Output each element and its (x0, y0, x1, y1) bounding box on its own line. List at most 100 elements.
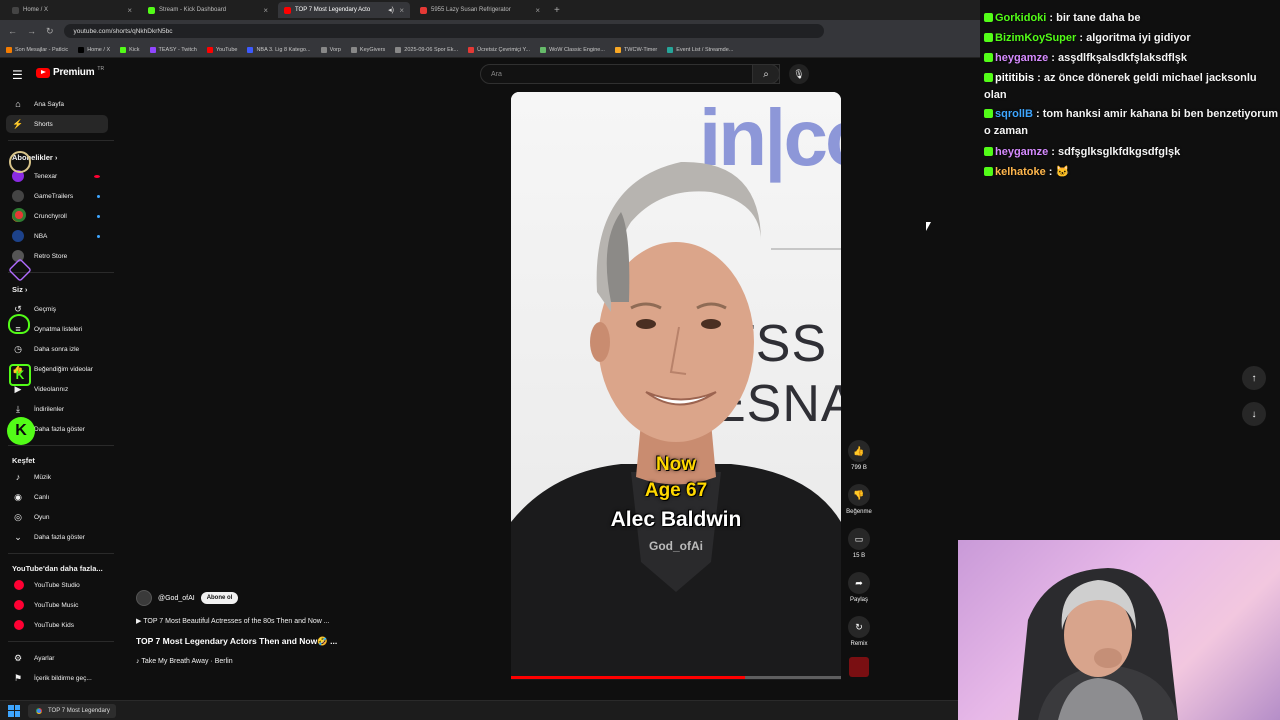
audio-thumbnail[interactable] (849, 657, 869, 677)
music-link[interactable]: ♪ Take My Breath Away · Berlin (136, 658, 233, 665)
dislike-action[interactable]: 👎 Beğenme (840, 484, 878, 515)
avatar[interactable] (136, 590, 152, 606)
taskbar-app-chrome[interactable]: TOP 7 Most Legendary (28, 703, 116, 718)
bookmark-label: NBA 3. Lig 8 Katego... (256, 46, 311, 53)
sidebar-item-report-history[interactable]: ⚑ İçerik bildirme geç... (6, 669, 108, 687)
bookmark-item[interactable]: 2025-09-06 Spor Ek... (395, 46, 459, 53)
sidebar-item-channel[interactable]: GameTrailers (6, 187, 108, 205)
bookmark-item[interactable]: Son Mesajlar - Patlcic (6, 46, 68, 53)
subscribe-button[interactable]: Abone ol (200, 592, 239, 604)
sidebar-item-live[interactable]: ◉ Canlı (6, 488, 108, 506)
progress-fill (511, 676, 746, 679)
short-title[interactable]: TOP 7 Most Legendary Actors Then and Now… (136, 636, 337, 647)
close-icon[interactable]: × (263, 6, 268, 15)
channel-handle[interactable]: @God_ofAI (158, 595, 195, 602)
bookmark-item[interactable]: Kick (120, 46, 140, 53)
speaker-icon[interactable]: ◂) (388, 6, 394, 14)
sidebar-item-studio[interactable]: YouTube Studio (6, 576, 108, 594)
bookmark-item[interactable]: Ücretsiz Çevrimiçi Y... (468, 46, 530, 53)
bookmark-item[interactable]: TWCW-Timer (614, 46, 657, 53)
chat-message: Gorkidoki : bir tane daha be (984, 10, 1280, 27)
comments-action[interactable]: ▭ 15 B (840, 528, 878, 559)
chevron-right-icon: › (54, 155, 58, 162)
chat-username[interactable]: pititibis (995, 72, 1034, 84)
gear-icon: ⚙ (13, 652, 23, 663)
chat-username[interactable]: kelhatoke (995, 166, 1046, 178)
search-input[interactable]: Ara (480, 64, 780, 84)
chat-message: heygamze : sdfşglksglkfdkgsdfglşk (984, 144, 1280, 161)
menu-icon[interactable]: ☰ (12, 68, 23, 82)
sidebar-item-home[interactable]: ⌂ Ana Sayfa (6, 95, 108, 113)
new-tab-icon[interactable]: + (554, 5, 560, 16)
short-video-player[interactable]: in|co TSS ESNA Now Age 67 Alec Baldwin G… (511, 92, 841, 680)
comment-icon[interactable]: ▭ (848, 528, 870, 550)
sidebar-item-label: Daha fazla göster (34, 533, 85, 541)
url-field[interactable]: youtube.com/shorts/qNkhDkrN5bc (63, 24, 824, 38)
bookmark-item[interactable]: NBA 3. Lig 8 Katego... (247, 46, 311, 53)
bookmark-item[interactable]: WoW Classic Engine... (540, 46, 605, 53)
next-short-button[interactable]: ↓ (1242, 402, 1266, 426)
chat-username[interactable]: heygamze (995, 52, 1048, 64)
chat-username[interactable]: sqrollB (995, 108, 1033, 120)
close-icon[interactable]: × (399, 6, 404, 15)
remix-icon[interactable]: ↻ (848, 616, 870, 638)
forward-icon[interactable]: → (27, 26, 36, 36)
history-icon: ↺ (14, 303, 22, 314)
share-action[interactable]: ➦ Paylaş (840, 572, 878, 603)
bookmark-favicon-icon (395, 46, 402, 53)
arrow-down-icon: ↓ (1251, 408, 1257, 420)
thumbs-down-icon[interactable]: 👎 (848, 484, 870, 506)
previous-short-button[interactable]: ↑ (1242, 366, 1266, 390)
sidebar-item-kids[interactable]: YouTube Kids (6, 616, 108, 634)
back-icon[interactable]: ← (8, 26, 17, 36)
browser-tab-active[interactable]: TOP 7 Most Legendary Acto ◂) × (278, 2, 410, 18)
browser-tab[interactable]: Stream - Kick Dashboard × (142, 2, 274, 18)
home-icon: ⌂ (15, 99, 21, 109)
share-icon[interactable]: ➦ (848, 572, 870, 594)
bookmark-label: 2025-09-06 Spor Ek... (404, 46, 459, 53)
sidebar-item-label: Shorts (34, 120, 53, 128)
bookmark-item[interactable]: YouTube (206, 46, 237, 53)
bookmark-favicon-icon (614, 46, 621, 53)
bookmark-item[interactable]: Home / X (78, 46, 110, 53)
close-icon[interactable]: × (127, 6, 132, 15)
thumbs-up-icon[interactable]: 👍 (848, 440, 870, 462)
reload-icon[interactable]: ↻ (46, 26, 54, 37)
browser-tab[interactable]: Home / X × (6, 2, 138, 18)
bookmark-item[interactable]: Vorp (320, 46, 341, 53)
chat-username[interactable]: heygamze (995, 146, 1048, 158)
search-icon[interactable]: ⌕ (752, 64, 780, 84)
mouse-cursor-icon (926, 222, 931, 231)
sidebar-item-settings[interactable]: ⚙ Ayarlar (6, 649, 108, 667)
browser-tab[interactable]: 5955 Lazy Susan Refrigerator × (414, 2, 546, 18)
close-icon[interactable]: × (535, 6, 540, 15)
sidebar-item-downloads[interactable]: ⤓ İndirilenler (6, 400, 108, 418)
playlist-link[interactable]: ▶ TOP 7 Most Beautiful Actresses of the … (136, 617, 330, 625)
chat-username[interactable]: Gorkidoki (995, 12, 1046, 24)
bookmark-item[interactable]: TEASY - Twitch (149, 46, 197, 53)
video-progress-bar[interactable] (511, 676, 841, 679)
bookmark-item[interactable]: Event List / Streamde... (667, 46, 733, 53)
windows-start-icon[interactable] (8, 704, 20, 717)
sidebar-item-channel[interactable]: NBA (6, 227, 108, 245)
sidebar-item-show-more[interactable]: ⌄ Daha fazla göster (6, 528, 108, 546)
chat-separator: : (1048, 146, 1058, 158)
sidebar-item-music[interactable]: ♪ Müzik (6, 468, 108, 486)
sidebar-item-watch-later[interactable]: ◷ Daha sonra izle (6, 340, 108, 358)
remix-action[interactable]: ↻ Remix (840, 616, 878, 647)
microphone-icon[interactable]: 🎙 (789, 64, 809, 84)
avatar (12, 190, 24, 202)
youtube-header: ☰ Premium TR Ara ⌕ 🎙 (0, 58, 960, 90)
youtube-logo[interactable]: Premium TR (36, 66, 104, 78)
bookmark-item[interactable]: KeyGivers (350, 46, 385, 53)
bookmark-favicon-icon (350, 46, 357, 53)
like-action[interactable]: 👍 799 B (840, 440, 878, 471)
caption-watermark: God_ofAi (649, 539, 703, 553)
you-heading[interactable]: Siz › (12, 285, 27, 294)
kick-logo-icon: K (7, 417, 35, 445)
sidebar-item-music-app[interactable]: YouTube Music (6, 596, 108, 614)
chat-separator: : (1076, 32, 1087, 44)
sidebar-item-shorts[interactable]: ⚡ Shorts (6, 115, 108, 133)
chat-username[interactable]: BizimKoySuper (995, 32, 1076, 44)
sidebar-item-gaming[interactable]: ◎ Oyun (6, 508, 108, 526)
